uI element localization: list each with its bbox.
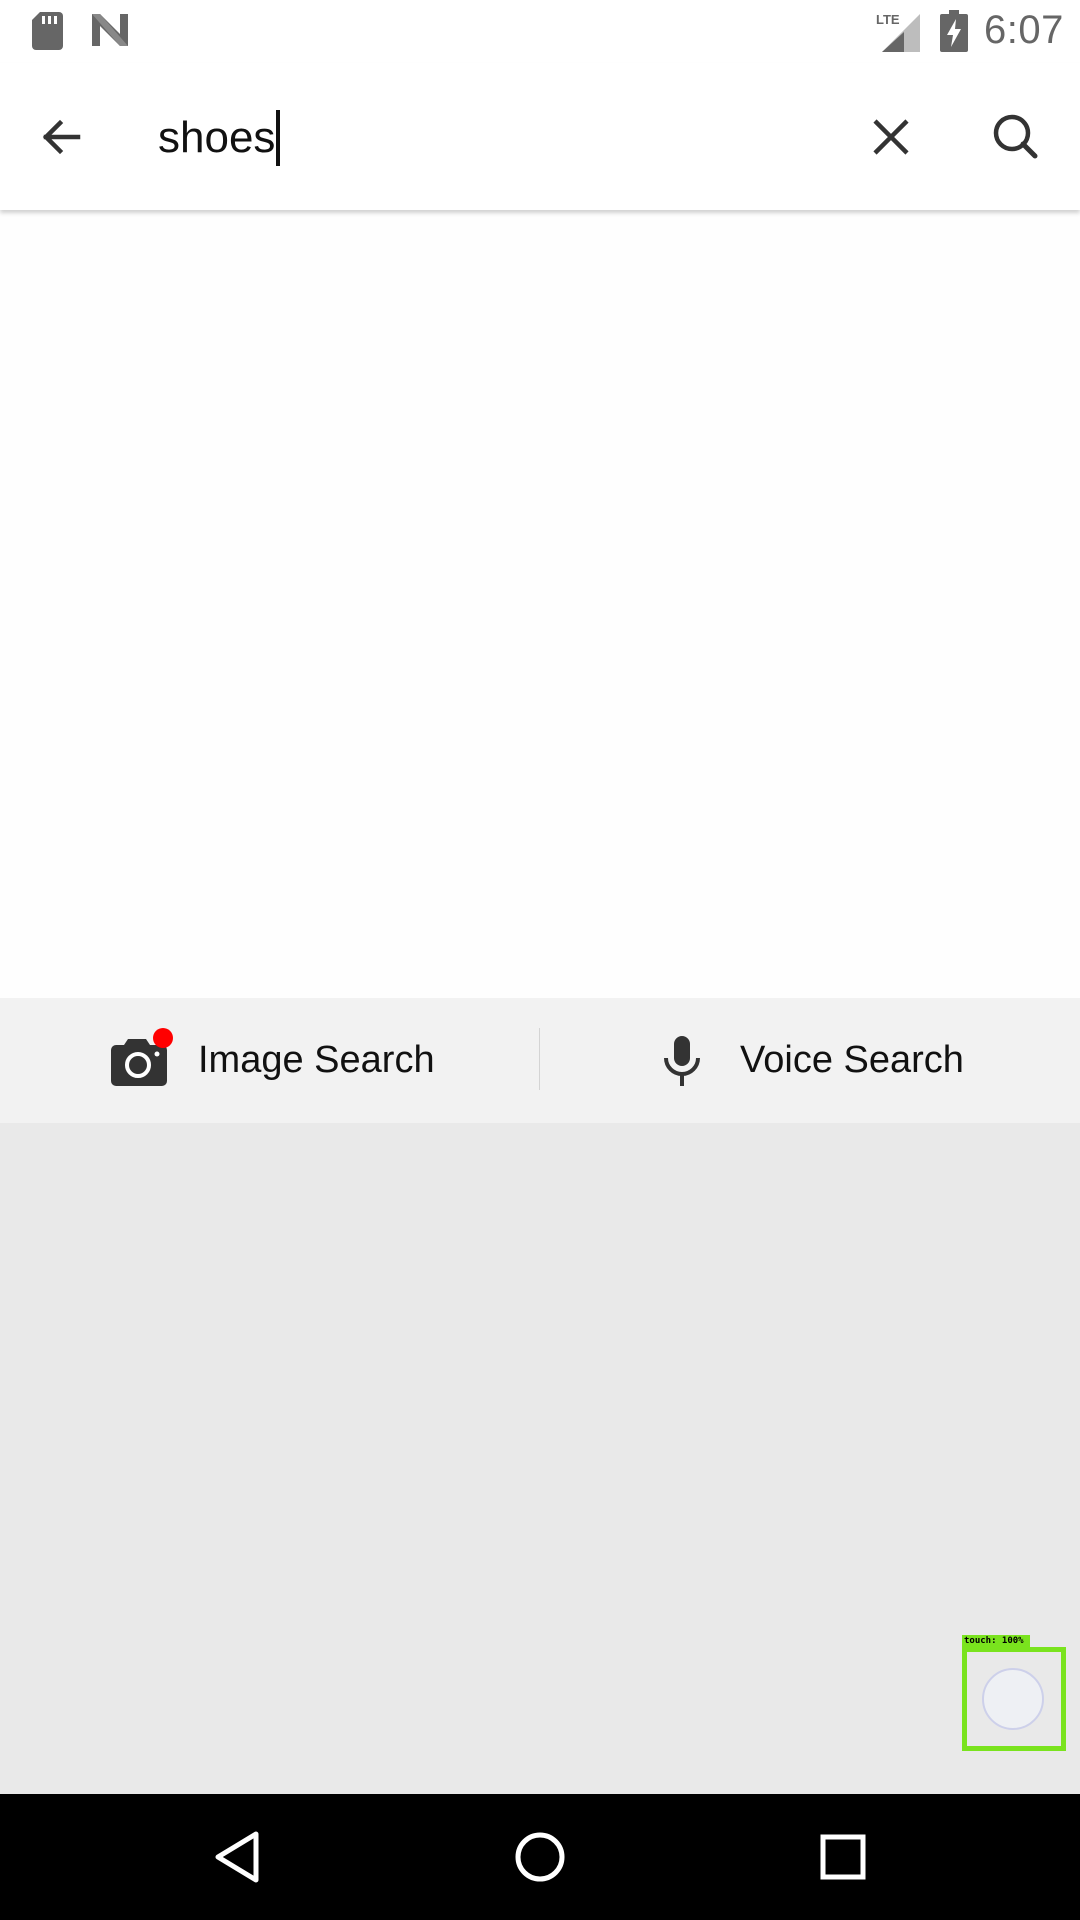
suggestions-area <box>0 210 1080 998</box>
lte-signal-icon: LTE <box>876 12 920 52</box>
divider <box>539 1028 540 1090</box>
clock: 6:07 <box>984 8 1064 52</box>
nav-recents-button[interactable] <box>810 1824 876 1890</box>
microphone-icon <box>664 1035 700 1086</box>
search-toolbar: shoes <box>0 63 1080 210</box>
back-arrow-icon <box>42 119 81 155</box>
n-notification-icon <box>92 14 128 46</box>
status-bar: LTE 6:07 <box>0 0 1080 63</box>
clear-icon <box>873 119 909 155</box>
search-query-text: shoes <box>158 113 276 162</box>
clear-button[interactable] <box>853 99 929 175</box>
nav-home-button[interactable] <box>507 1824 573 1890</box>
notification-badge <box>153 1027 173 1048</box>
nav-home-icon <box>515 1832 565 1882</box>
camera-icon-wrap <box>110 1027 173 1087</box>
battery-charging-icon <box>940 10 968 52</box>
touch-point <box>982 1668 1044 1730</box>
touch-indicator-label: touch: 100% <box>962 1635 1030 1647</box>
voice-search-button[interactable]: Voice Search <box>660 998 964 1123</box>
back-button[interactable] <box>24 99 100 175</box>
image-search-label: Image Search <box>198 1039 435 1081</box>
image-search-button[interactable]: Image Search <box>110 998 435 1123</box>
search-button[interactable] <box>978 99 1054 175</box>
text-cursor <box>276 110 281 166</box>
search-input[interactable]: shoes <box>158 103 808 173</box>
voice-search-label: Voice Search <box>740 1039 964 1081</box>
nav-back-button[interactable] <box>204 1824 270 1890</box>
nav-recents-icon <box>820 1834 866 1880</box>
search-options-bar: Image Search Voice Search <box>0 998 1080 1123</box>
nav-back-icon <box>215 1831 259 1883</box>
sd-card-icon <box>32 12 63 50</box>
search-icon <box>993 114 1038 159</box>
navigation-bar <box>0 1794 1080 1920</box>
keyboard-placeholder-area <box>0 1123 1080 1794</box>
svg-text:LTE: LTE <box>876 12 900 27</box>
